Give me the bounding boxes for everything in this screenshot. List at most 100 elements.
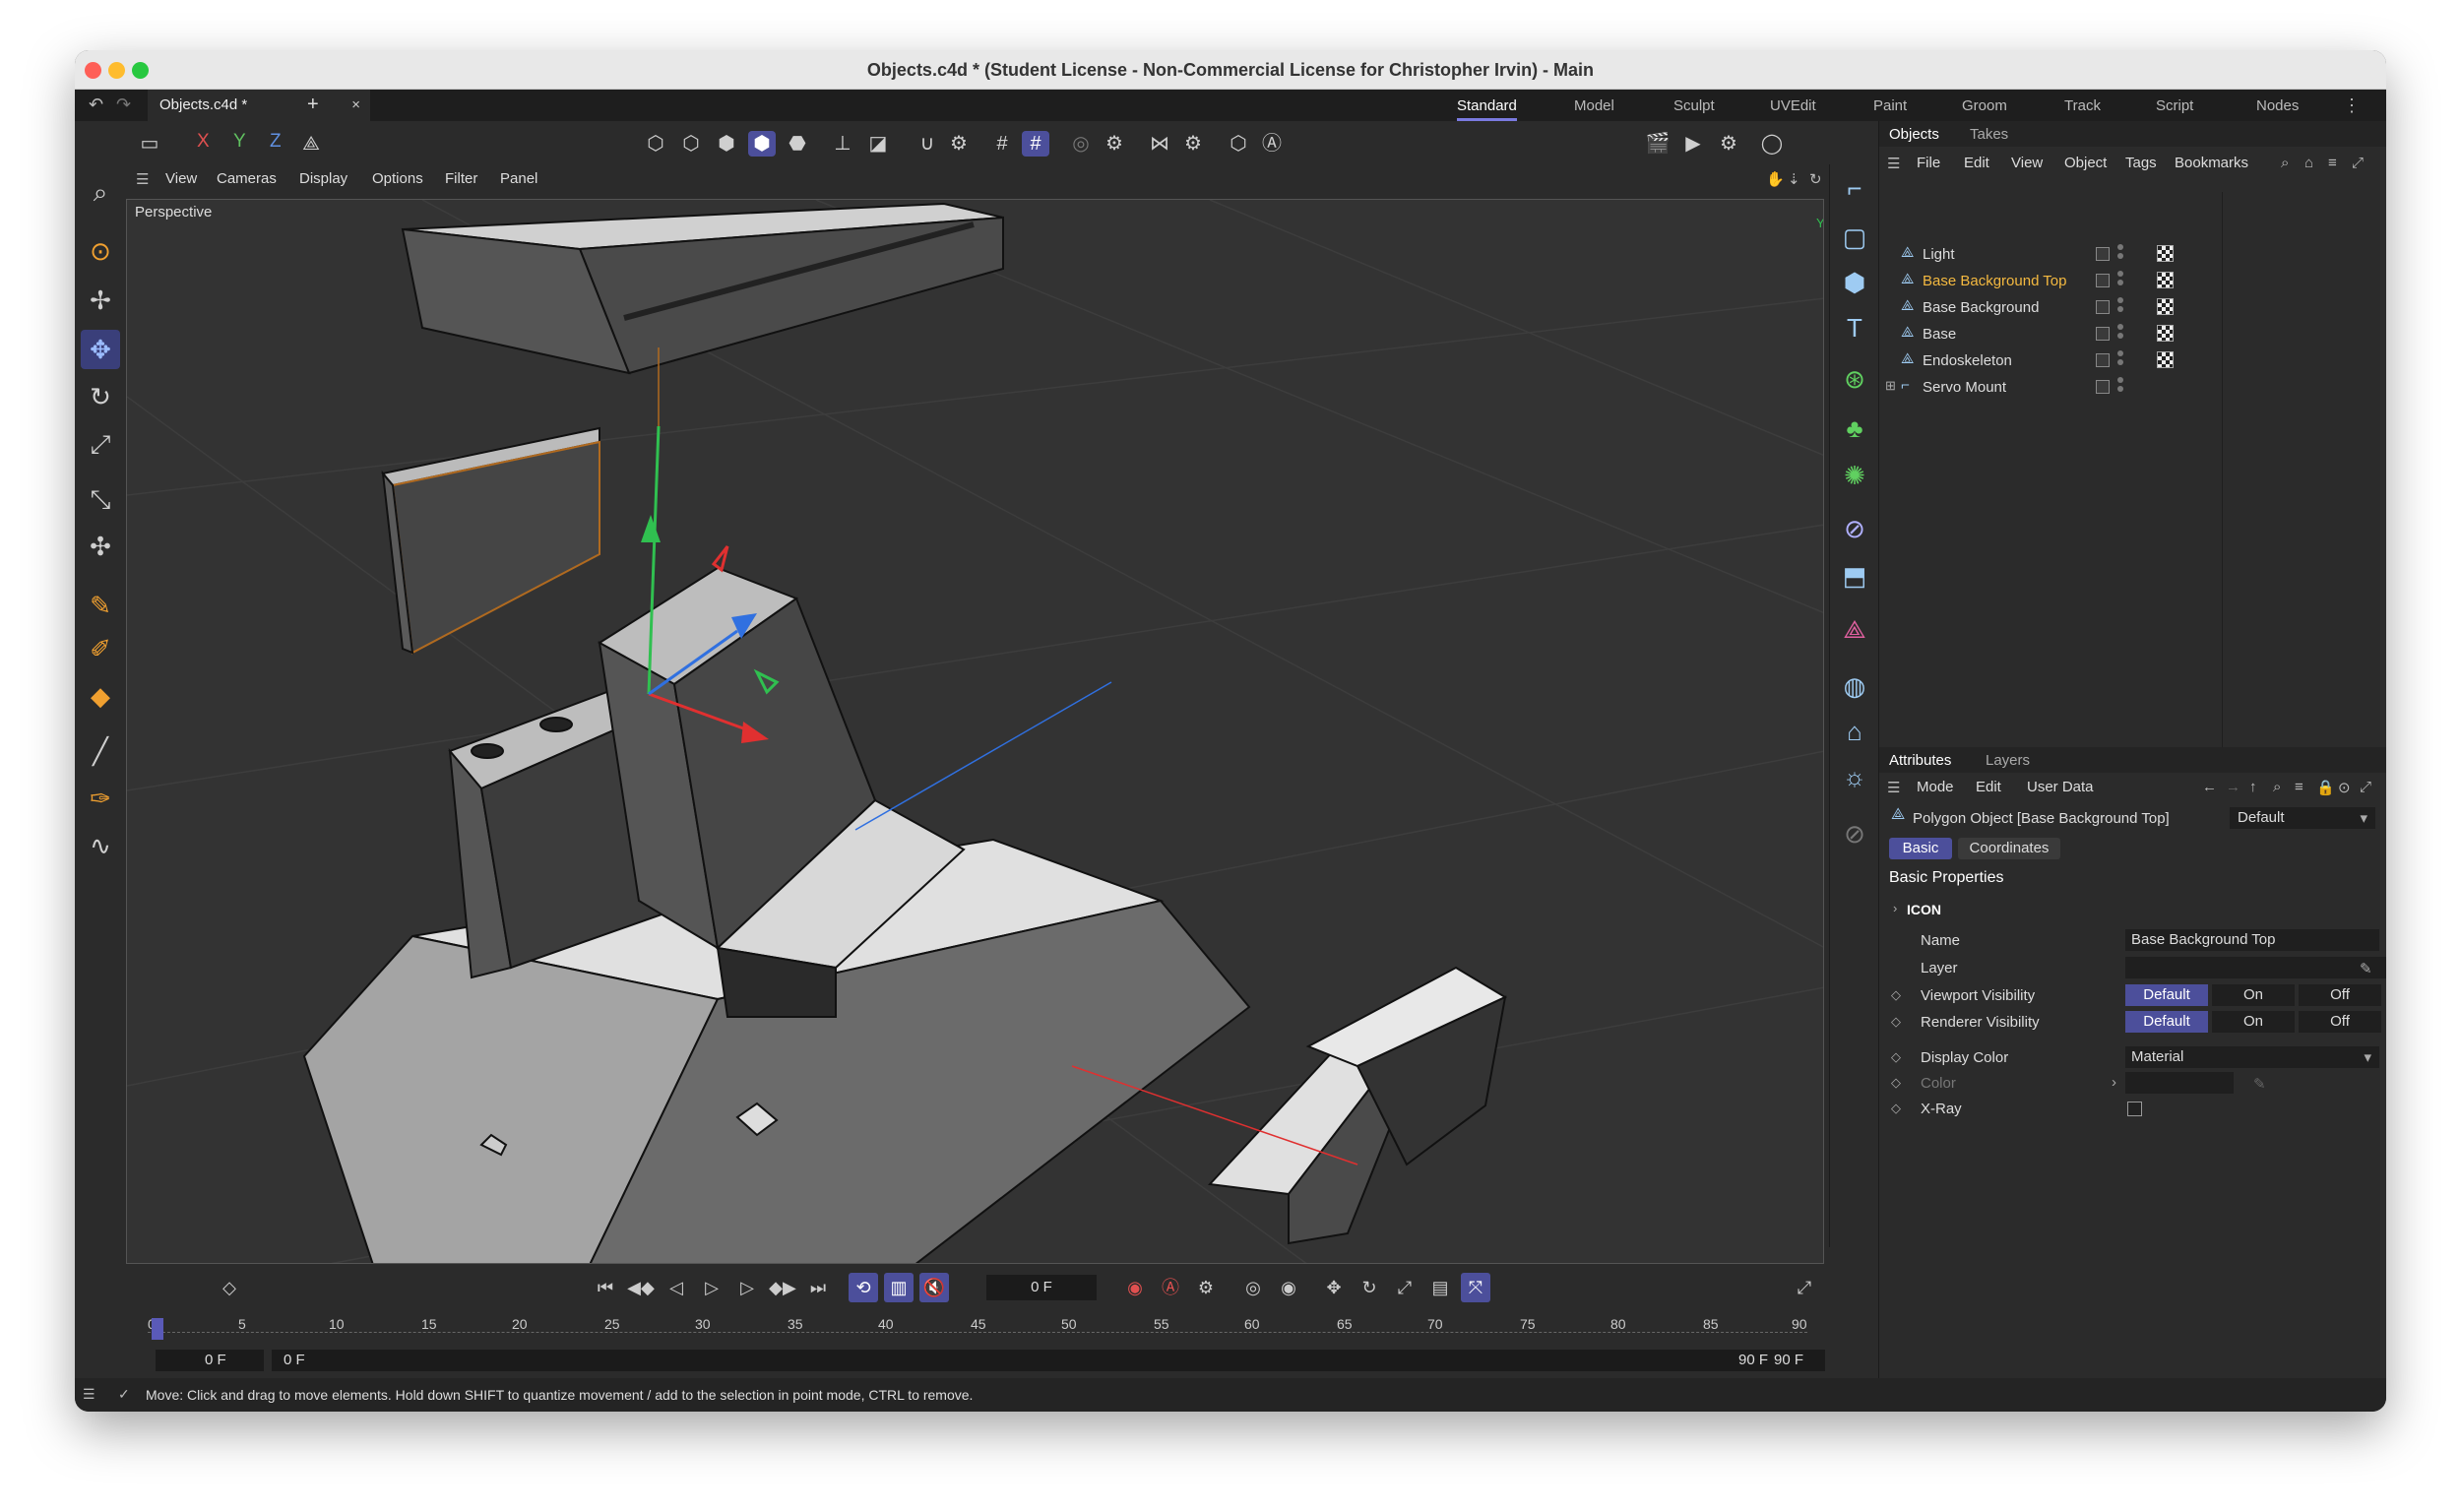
go-to-start-icon[interactable]: ⏮ xyxy=(591,1273,620,1302)
null-object-icon[interactable]: ⌐ xyxy=(1835,168,1874,208)
sketch-tool-icon[interactable]: ✐ xyxy=(81,629,120,668)
tab-objects[interactable]: Objects xyxy=(1889,126,1939,143)
object-manager-icon[interactable]: ▭ xyxy=(136,131,163,157)
next-key-icon[interactable]: ◆▶ xyxy=(768,1273,797,1302)
previous-key-icon[interactable]: ◀◆ xyxy=(626,1273,656,1302)
render-region-icon[interactable]: 🎬 xyxy=(1644,131,1672,157)
new-window-icon[interactable]: ⤢ xyxy=(2352,155,2364,171)
enable-checkbox[interactable] xyxy=(2096,300,2110,314)
scale-tool-icon[interactable]: ⤢ xyxy=(81,424,120,464)
uv-mode-icon[interactable]: ⬣ xyxy=(784,131,811,157)
layout-nodes[interactable]: Nodes xyxy=(2256,97,2299,114)
object-row-base-background[interactable]: ⟁ Base Background xyxy=(1889,294,2381,321)
play-icon[interactable]: ▷ xyxy=(697,1273,726,1302)
menu-view[interactable]: View xyxy=(2011,155,2043,171)
display-color-dropdown[interactable]: Material ▾ xyxy=(2125,1046,2379,1068)
menu-edit[interactable]: Edit xyxy=(1976,779,2001,795)
object-row-base[interactable]: ⟁ Base xyxy=(1889,321,2381,347)
rotate-tool-icon[interactable]: ↻ xyxy=(81,377,120,416)
point-level-icon[interactable]: ⤧ xyxy=(1461,1273,1490,1302)
keyframe-diamond-icon[interactable]: ◇ xyxy=(1891,1014,1901,1030)
up-arrow-icon[interactable]: ↑ xyxy=(2249,779,2257,795)
autokey-icon[interactable]: Ⓐ xyxy=(1156,1273,1185,1302)
knife-tool-icon[interactable]: ✑ xyxy=(81,779,120,818)
object-row-endoskeleton[interactable]: ⟁ Endoskeleton xyxy=(1889,347,2381,374)
search-icon[interactable]: ⌕ xyxy=(81,172,120,212)
loop-icon[interactable]: ⟲ xyxy=(849,1273,878,1302)
playhead-handle[interactable] xyxy=(152,1318,163,1340)
forward-arrow-icon[interactable]: → xyxy=(2226,779,2240,795)
sound-mute-icon[interactable]: 🔇 xyxy=(919,1273,949,1302)
environment-icon[interactable]: ◍ xyxy=(1835,666,1874,706)
points-mode-icon[interactable]: ⬡ xyxy=(642,131,669,157)
min-time-field[interactable]: 0 F xyxy=(156,1350,264,1371)
keyframe-diamond-icon[interactable]: ◇ xyxy=(1891,1075,1901,1091)
sculpt-tool-icon[interactable]: ∿ xyxy=(81,826,120,865)
record-active-icon[interactable]: ◉ xyxy=(1120,1273,1150,1302)
phong-tag-icon[interactable] xyxy=(2157,351,2174,368)
cube-primitive-icon[interactable]: ⬢ xyxy=(1835,263,1874,302)
y-axis-toggle[interactable]: Y xyxy=(233,131,246,153)
name-field[interactable]: Base Background Top xyxy=(2125,929,2379,951)
chevron-right-icon[interactable]: › xyxy=(2112,1074,2116,1091)
text-spline-icon[interactable]: T xyxy=(1835,308,1874,347)
viewport-vis-default[interactable]: Default xyxy=(2125,984,2208,1006)
snap-magnet-icon[interactable]: ∪ xyxy=(914,131,941,157)
previous-frame-icon[interactable]: ◁ xyxy=(662,1273,691,1302)
z-axis-toggle[interactable]: Z xyxy=(270,131,282,153)
menu-panel[interactable]: Panel xyxy=(500,170,537,187)
renderer-vis-off[interactable]: Off xyxy=(2299,1011,2381,1033)
icon-group-header[interactable]: ICON xyxy=(1907,902,1941,917)
xray-checkbox[interactable] xyxy=(2127,1102,2142,1116)
tab-takes[interactable]: Takes xyxy=(1970,126,2008,143)
layout-track[interactable]: Track xyxy=(2064,97,2101,114)
menu-user-data[interactable]: User Data xyxy=(2027,779,2094,795)
motion-path-icon[interactable]: ✥ xyxy=(1319,1273,1349,1302)
render-view-icon[interactable]: ◎ xyxy=(1067,131,1095,157)
visibility-dots[interactable] xyxy=(2117,271,2123,290)
snap-settings-icon[interactable]: ⚙ xyxy=(945,131,973,157)
preset-dropdown[interactable]: Default ▾ xyxy=(2230,807,2375,829)
object-row-servo-mount[interactable]: ⊞ ⌐ Servo Mount xyxy=(1885,374,2381,401)
workplane-icon[interactable]: # xyxy=(1022,131,1049,157)
pan-icon[interactable]: ✋ xyxy=(1766,170,1785,188)
playback-rate-icon[interactable]: ▥ xyxy=(884,1273,914,1302)
solo-mode-icon[interactable]: ◪ xyxy=(864,131,892,157)
spline-primitives-icon[interactable]: ◆ xyxy=(81,676,120,716)
key-position-icon[interactable]: ◎ xyxy=(1238,1273,1268,1302)
model-mode-icon[interactable]: ⬢ xyxy=(748,131,776,157)
current-frame-field[interactable]: 0 F xyxy=(986,1275,1097,1300)
tab-basic[interactable]: Basic xyxy=(1889,838,1952,859)
spline-pen-icon[interactable]: ✎ xyxy=(81,586,120,625)
render-picture-viewer-icon[interactable]: ⚙ xyxy=(1715,131,1742,157)
timeline-expand-icon[interactable]: ⤢ xyxy=(1790,1273,1819,1302)
deformer-icon[interactable]: ⊘ xyxy=(1835,509,1874,548)
key-scale-icon[interactable]: ↻ xyxy=(1355,1273,1384,1302)
live-selection-icon[interactable]: ⊙ xyxy=(81,231,120,271)
layout-standard[interactable]: Standard xyxy=(1457,97,1517,121)
symmetry-settings-icon[interactable]: ⚙ xyxy=(1179,131,1207,157)
visibility-dots[interactable] xyxy=(2117,350,2123,370)
preview-range-bar[interactable]: 0 F 90 F xyxy=(272,1350,1780,1371)
symmetry-icon[interactable]: ⋈ xyxy=(1146,131,1173,157)
keyframe-diamond-icon[interactable]: ◇ xyxy=(1891,1049,1901,1065)
enable-checkbox[interactable] xyxy=(2096,327,2110,341)
eyedropper-icon[interactable]: ✎ xyxy=(2253,1075,2266,1093)
layer-field[interactable]: ▾ xyxy=(2125,957,2386,978)
renderer-vis-on[interactable]: On xyxy=(2212,1011,2295,1033)
layout-groom[interactable]: Groom xyxy=(1962,97,2007,114)
target-icon[interactable]: ⊙ xyxy=(2338,779,2351,796)
menu-file[interactable]: File xyxy=(1917,155,1940,171)
filter-icon[interactable]: ≡ xyxy=(2295,779,2303,795)
menu-cameras[interactable]: Cameras xyxy=(217,170,277,187)
key-param-icon[interactable]: ⤢ xyxy=(1390,1273,1420,1302)
visibility-dots[interactable] xyxy=(2117,324,2123,344)
menu-filter[interactable]: Filter xyxy=(445,170,477,187)
menu-view[interactable]: View xyxy=(165,170,197,187)
enable-checkbox[interactable] xyxy=(2096,274,2110,287)
menu-edit[interactable]: Edit xyxy=(1964,155,1989,171)
transform-tool-icon[interactable]: ⤡ xyxy=(81,479,120,519)
chevron-right-icon[interactable]: › xyxy=(1893,901,1897,915)
move-tool-icon[interactable]: ✥ xyxy=(81,330,120,369)
dolly-icon[interactable]: ⇣ xyxy=(1788,170,1800,188)
